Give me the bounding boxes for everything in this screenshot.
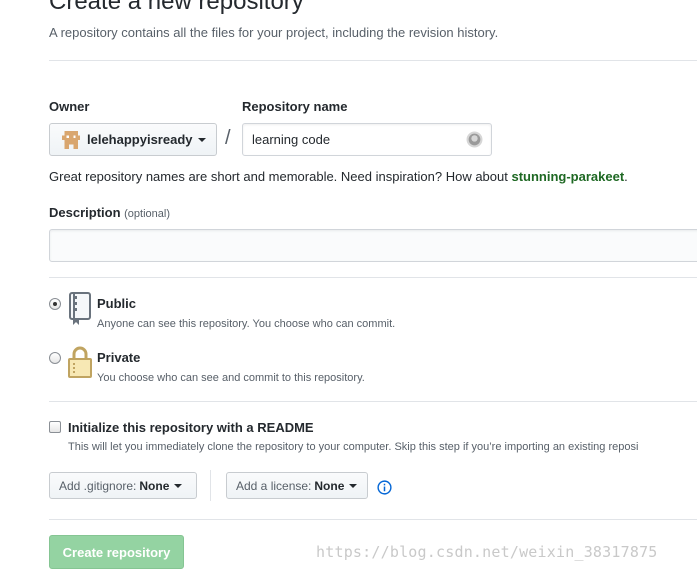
description-label: Description (optional) bbox=[49, 205, 170, 220]
avatar-icon bbox=[62, 130, 80, 149]
chevron-down-icon bbox=[197, 137, 206, 142]
create-repository-button[interactable]: Create repository bbox=[49, 535, 184, 569]
octocat-icon bbox=[466, 131, 483, 148]
page-subtitle: A repository contains all the files for … bbox=[49, 25, 499, 40]
gitignore-dropdown[interactable]: Add .gitignore: None bbox=[49, 472, 197, 499]
private-radio[interactable] bbox=[49, 352, 61, 364]
license-label: Add a license: bbox=[236, 478, 312, 493]
info-icon[interactable] bbox=[377, 480, 392, 495]
public-title: Public bbox=[97, 296, 137, 311]
gitignore-label: Add .gitignore: bbox=[59, 478, 137, 493]
license-value: None bbox=[314, 478, 345, 493]
description-label-text: Description bbox=[49, 205, 121, 220]
private-description: You choose who can see and commit to thi… bbox=[97, 372, 365, 384]
owner-dropdown[interactable]: lelehappyisready bbox=[49, 123, 217, 156]
page-title: Create a new repository bbox=[49, 0, 304, 15]
readme-title: Initialize this repository with a README bbox=[68, 420, 314, 435]
private-title: Private bbox=[97, 350, 141, 365]
hint-end: . bbox=[624, 169, 628, 184]
gitignore-value: None bbox=[139, 478, 170, 493]
chevron-down-icon bbox=[349, 483, 358, 488]
divider bbox=[49, 401, 697, 402]
owner-label: Owner bbox=[49, 99, 90, 114]
public-description: Anyone can see this repository. You choo… bbox=[97, 318, 396, 330]
license-dropdown[interactable]: Add a license: None bbox=[226, 472, 368, 499]
readme-description: This will let you immediately clone the … bbox=[68, 441, 639, 453]
optional-hint: (optional) bbox=[124, 208, 170, 220]
hint-text: Great repository names are short and mem… bbox=[49, 169, 512, 184]
repo-name-hint: Great repository names are short and mem… bbox=[49, 169, 628, 184]
lock-icon bbox=[68, 346, 92, 378]
chevron-down-icon bbox=[174, 483, 183, 488]
repo-name-input[interactable] bbox=[242, 123, 492, 156]
repo-name-label: Repository name bbox=[242, 99, 348, 114]
readme-checkbox[interactable] bbox=[49, 421, 61, 433]
owner-repo-separator: / bbox=[225, 127, 231, 149]
divider bbox=[49, 519, 697, 520]
divider bbox=[49, 60, 697, 61]
divider bbox=[49, 277, 697, 278]
watermark: https://blog.csdn.net/weixin_38317875 bbox=[316, 543, 658, 561]
owner-value: lelehappyisready bbox=[87, 132, 193, 147]
name-suggestion-link[interactable]: stunning-parakeet bbox=[511, 169, 624, 184]
public-radio[interactable] bbox=[49, 298, 61, 310]
description-input[interactable] bbox=[49, 229, 697, 262]
repo-book-icon bbox=[69, 292, 91, 325]
divider bbox=[210, 470, 211, 501]
